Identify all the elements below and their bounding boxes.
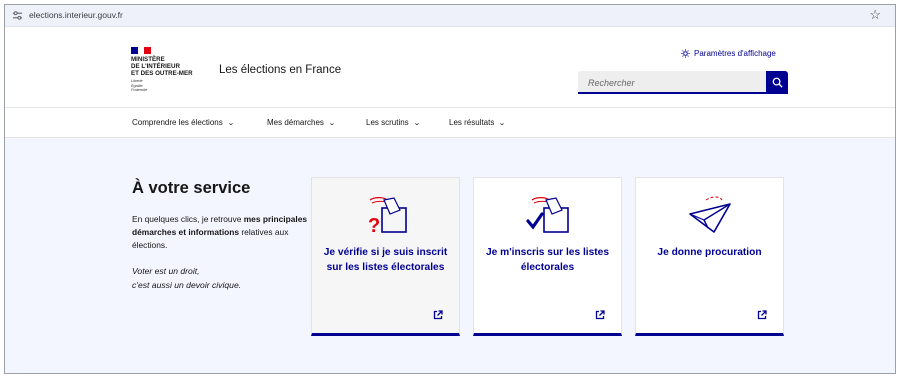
chevron-down-icon: ⌄: [328, 120, 336, 127]
external-link-icon: [757, 310, 767, 320]
url-text[interactable]: elections.interieur.gouv.fr: [29, 10, 123, 20]
external-link-icon: [433, 310, 443, 320]
search-input[interactable]: Rechercher: [578, 71, 766, 94]
bookmark-star-icon[interactable]: ☆: [869, 7, 881, 23]
browser-window: elections.interieur.gouv.fr ☆ MINISTÈRE …: [4, 4, 896, 374]
chevron-down-icon: ⌄: [498, 120, 507, 127]
french-flag-icon: [131, 47, 152, 54]
sun-icon: [681, 49, 690, 58]
nav-item-comprendre[interactable]: Comprendre les élections ⌄: [132, 118, 234, 127]
display-settings-button[interactable]: Paramètres d'affichage: [681, 49, 776, 58]
card-label: Je vérifie si je suis inscrit sur les li…: [323, 247, 448, 273]
ballot-check-icon: [526, 197, 569, 233]
site-title[interactable]: Les élections en France: [219, 64, 341, 76]
card-register[interactable]: Je m'inscris sur les listes électorales: [473, 177, 622, 336]
external-link-icon: [595, 310, 605, 320]
address-bar[interactable]: elections.interieur.gouv.fr ☆: [5, 5, 895, 27]
republic-motto: Liberté Égalité Fraternité: [131, 79, 148, 93]
section-title: À votre service: [132, 179, 251, 197]
site-settings-icon[interactable]: [12, 10, 23, 21]
site-header: MINISTÈRE DE L'INTÉRIEUR ET DES OUTRE-ME…: [5, 27, 895, 107]
card-proxy-vote[interactable]: Je donne procuration: [635, 177, 784, 336]
main-navigation: Comprendre les élections ⌄ Mes démarches ⌄…: [5, 107, 895, 138]
svg-text:?: ?: [368, 215, 380, 237]
search-icon: [772, 77, 783, 88]
civic-quote: Voter est un droit, c'est aussi un devoi…: [132, 266, 242, 290]
card-label: Je m'inscris sur les listes électorales: [485, 247, 610, 273]
search-bar: Rechercher: [578, 71, 788, 94]
card-verify-registration[interactable]: ? Je vérifie si je suis inscrit sur les …: [311, 177, 460, 336]
search-button[interactable]: [766, 71, 788, 94]
ministry-logo[interactable]: MINISTÈRE DE L'INTÉRIEUR ET DES OUTRE-ME…: [131, 47, 211, 93]
nav-item-scrutins[interactable]: Les scrutins ⌄: [366, 118, 420, 127]
service-section: À votre service En quelques clics, je re…: [5, 138, 895, 373]
chevron-down-icon: ⌄: [412, 120, 421, 127]
chevron-down-icon: ⌄: [226, 120, 235, 127]
intro-text: En quelques clics, je retrouve mes princ…: [132, 214, 308, 250]
ministry-name: MINISTÈRE DE L'INTÉRIEUR ET DES OUTRE-ME…: [131, 56, 193, 77]
display-settings-label: Paramètres d'affichage: [694, 49, 776, 58]
card-label: Je donne procuration: [657, 247, 762, 258]
nav-item-resultats[interactable]: Les résultats ⌄: [449, 118, 507, 127]
paper-plane-icon: [689, 196, 731, 233]
ballot-question-icon: ?: [368, 197, 407, 237]
nav-item-demarches[interactable]: Mes démarches ⌄: [267, 118, 336, 127]
